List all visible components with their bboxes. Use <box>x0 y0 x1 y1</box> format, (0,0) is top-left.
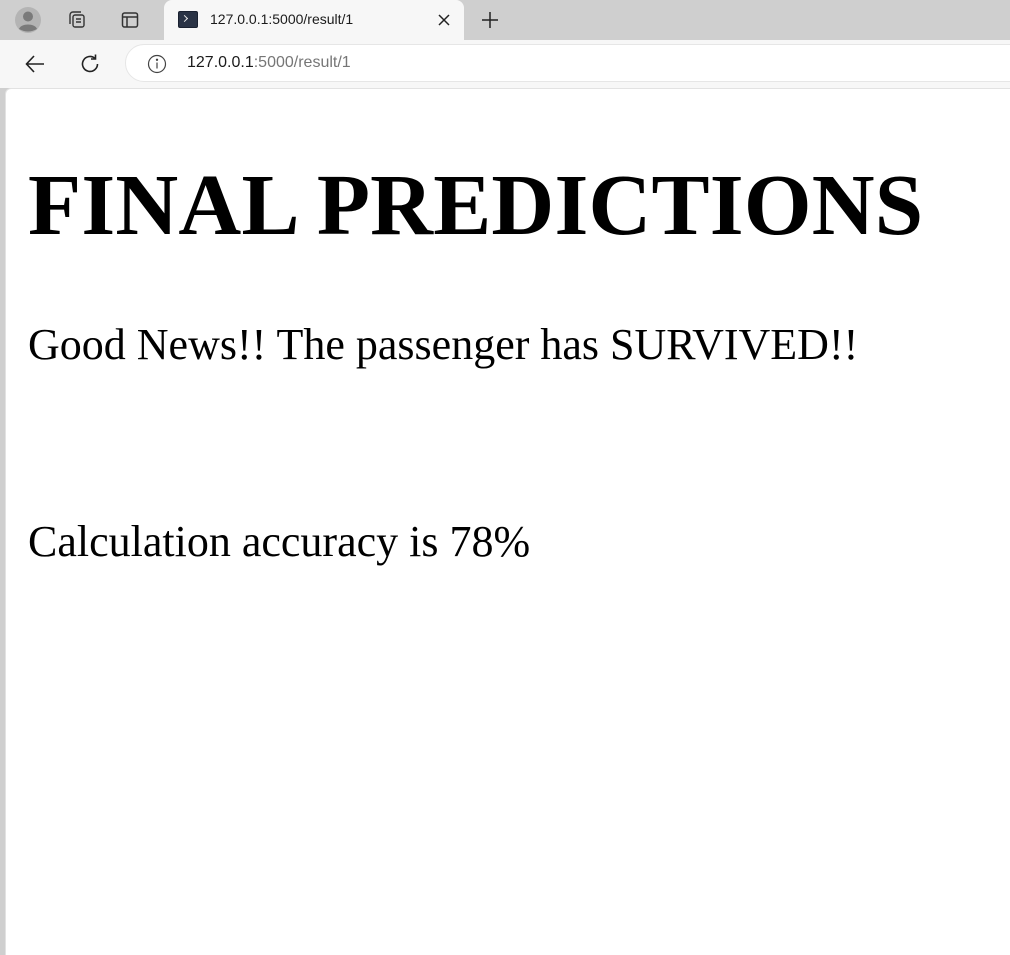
accuracy-result: Calculation accuracy is 78% <box>28 517 531 566</box>
tab-strip: 127.0.0.1:5000/result/1 <box>0 0 1010 40</box>
back-button[interactable] <box>19 48 51 80</box>
url-host: 127.0.0.1 <box>187 54 254 71</box>
refresh-button[interactable] <box>74 48 106 80</box>
close-icon <box>438 14 450 26</box>
address-bar[interactable]: 127.0.0.1:5000/result/1 <box>125 44 1010 82</box>
refresh-icon <box>81 54 99 73</box>
tab-title: 127.0.0.1:5000/result/1 <box>210 11 354 27</box>
tab-actions-icon <box>121 12 139 28</box>
url-text[interactable]: 127.0.0.1:5000/result/1 <box>187 54 351 72</box>
tab-actions-button[interactable] <box>114 4 146 36</box>
plus-icon <box>482 12 498 28</box>
tab-close-button[interactable] <box>432 8 456 32</box>
back-arrow-icon <box>25 55 44 73</box>
workspaces-button[interactable] <box>61 4 93 36</box>
page-title: FINAL PREDICTIONS <box>28 156 924 253</box>
site-info-button[interactable] <box>147 54 167 74</box>
workspaces-icon <box>69 11 85 28</box>
profile-avatar-icon <box>15 7 41 33</box>
prediction-result: Good News!! The passenger has SURVIVED!! <box>28 320 859 369</box>
browser-toolbar: 127.0.0.1:5000/result/1 <box>0 40 1010 88</box>
info-icon <box>147 54 167 74</box>
terminal-icon <box>178 11 198 28</box>
new-tab-button[interactable] <box>476 6 504 34</box>
active-tab[interactable]: 127.0.0.1:5000/result/1 <box>164 0 464 40</box>
page-viewport: FINAL PREDICTIONS Good News!! The passen… <box>5 88 1010 955</box>
url-path: :5000/result/1 <box>253 54 351 71</box>
profile-button[interactable] <box>12 4 44 36</box>
